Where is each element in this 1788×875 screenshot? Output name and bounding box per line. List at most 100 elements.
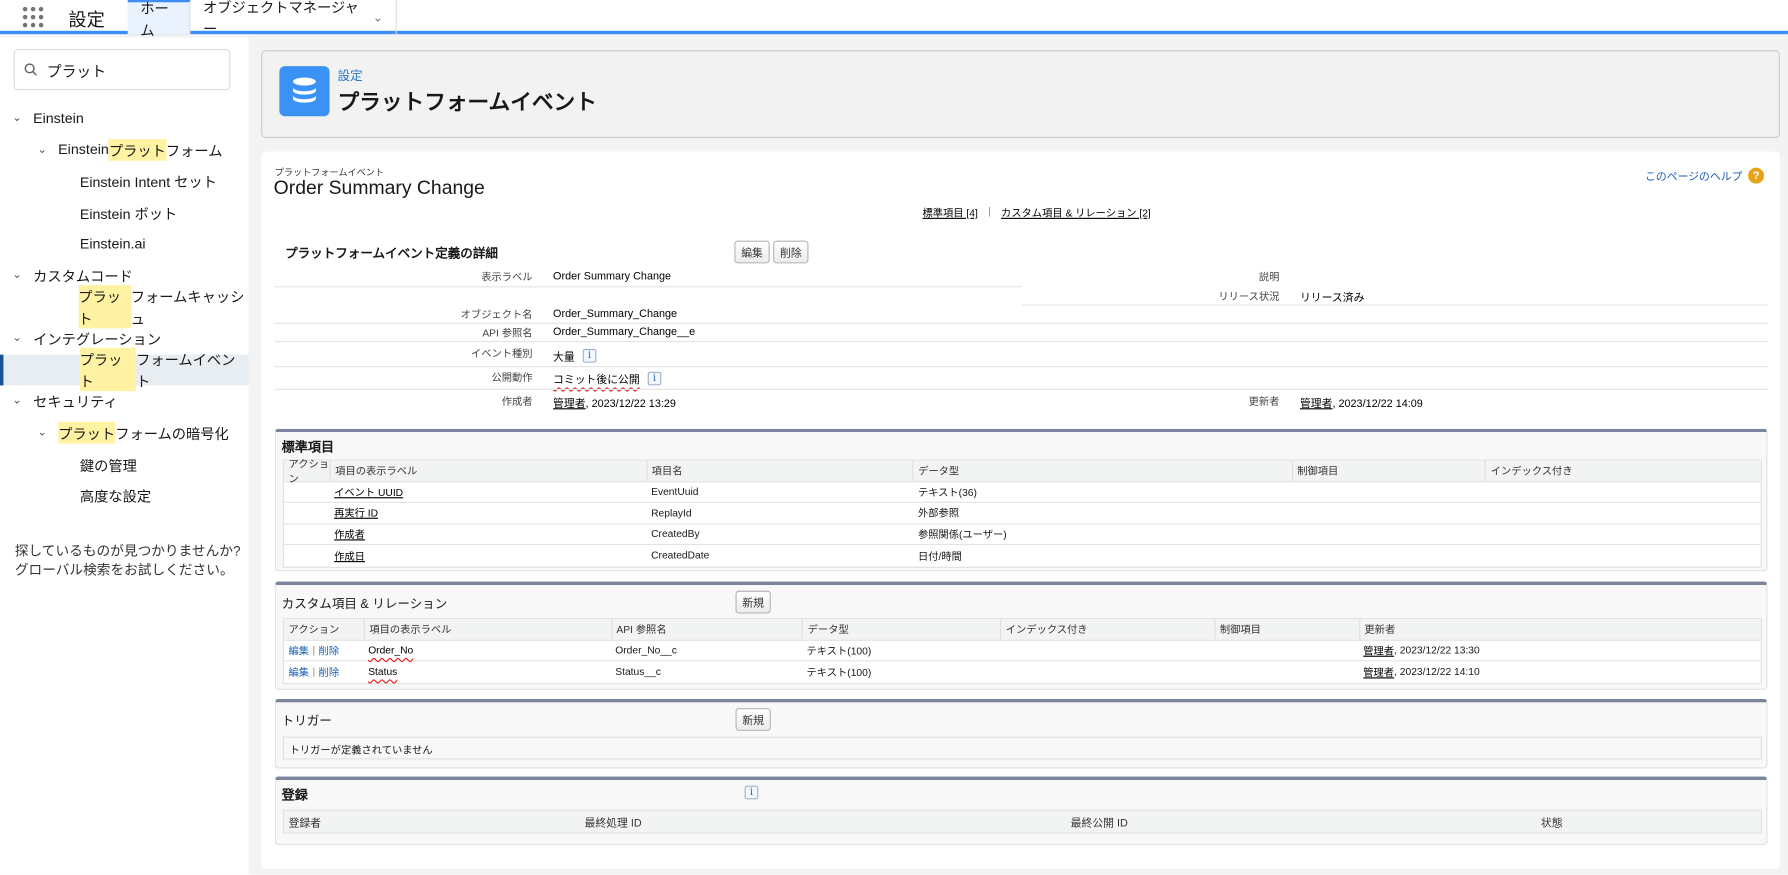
- standard-fields-link[interactable]: 標準項目 [4]: [923, 205, 978, 220]
- help-icon[interactable]: ?: [1748, 167, 1765, 184]
- delete-link[interactable]: 削除: [319, 643, 340, 658]
- sidebar-item[interactable]: 鍵の管理: [0, 449, 249, 480]
- section-title: 標準項目: [281, 441, 335, 455]
- delete-button[interactable]: 削除: [773, 240, 809, 264]
- column-header[interactable]: 項目名: [645, 460, 912, 481]
- action-cell: 編集 | 削除: [284, 661, 364, 682]
- quick-find-input[interactable]: プラット: [13, 49, 231, 91]
- label-cell: イベント UUID: [330, 482, 647, 502]
- field-label-link[interactable]: 作成日: [334, 548, 365, 563]
- sidebar-item[interactable]: Einstein ボット: [0, 197, 249, 228]
- table-row: 作成日 CreatedDate 日付/時間: [284, 545, 1761, 566]
- field-label-link[interactable]: Status: [368, 666, 397, 677]
- sidebar-item[interactable]: ⌄ Einstein: [0, 103, 249, 134]
- modified-by-link[interactable]: 管理者: [1363, 665, 1394, 680]
- new-custom-field-button[interactable]: 新規: [735, 590, 771, 614]
- tab-home[interactable]: ホーム: [127, 0, 191, 39]
- item-label-prefix: Einstein: [33, 110, 84, 127]
- indexed-cell: [1000, 661, 1214, 682]
- field-label-link[interactable]: 再実行 ID: [334, 505, 378, 520]
- sidebar-item[interactable]: ⌄ セキュリティ: [0, 386, 249, 417]
- chevron-down-icon[interactable]: ⌄: [9, 332, 25, 345]
- search-highlight: プラット: [108, 138, 166, 161]
- action-cell: [284, 545, 330, 566]
- edit-link[interactable]: 編集: [288, 643, 309, 658]
- sidebar-item[interactable]: プラット フォームキャッシュ: [0, 285, 249, 329]
- item-label-prefix: Einstein: [58, 141, 109, 158]
- column-header[interactable]: アクション: [284, 458, 330, 484]
- controlling-cell: [1214, 640, 1359, 660]
- delete-link[interactable]: 削除: [319, 665, 340, 680]
- column-header[interactable]: API 参照名: [610, 619, 802, 640]
- edit-button[interactable]: 編集: [734, 240, 770, 264]
- info-icon[interactable]: i: [582, 348, 597, 363]
- action-cell: 編集 | 削除: [284, 640, 364, 660]
- field-label-link[interactable]: 作成者: [334, 527, 365, 542]
- custom-fields-link[interactable]: カスタム項目 & リレーション [2]: [1001, 205, 1151, 220]
- chevron-down-icon[interactable]: ⌄: [34, 143, 50, 156]
- label-cell: Order_No: [364, 640, 611, 660]
- column-header[interactable]: 制御項目: [1214, 619, 1359, 640]
- column-header[interactable]: 制御項目: [1291, 460, 1486, 481]
- subscriptions-table: 登録者 最終処理 ID 最終公開 ID 状態: [282, 809, 1762, 834]
- table-row: イベント UUID EventUuid テキスト(36): [283, 482, 1761, 503]
- chevron-down-icon[interactable]: ⌄: [34, 426, 50, 439]
- tab-object-manager[interactable]: オブジェクトマネージャー ⌄: [190, 0, 397, 38]
- modified-cell: 管理者, 2023/12/22 13:30: [1359, 640, 1761, 660]
- tab-label: オブジェクトマネージャー: [202, 0, 359, 38]
- chevron-down-icon[interactable]: ⌄: [9, 395, 25, 408]
- new-trigger-button[interactable]: 新規: [735, 708, 771, 731]
- app-launcher-icon[interactable]: [22, 6, 44, 28]
- field-label-link[interactable]: Order_No: [368, 645, 413, 656]
- sidebar-item[interactable]: プラット フォームイベント: [0, 348, 249, 392]
- field-value: リリース済み: [1299, 291, 1365, 305]
- field-label-link[interactable]: イベント UUID: [334, 484, 403, 499]
- sidebar-item[interactable]: 高度な設定: [0, 480, 249, 511]
- modified-by-link[interactable]: 管理者: [1363, 643, 1394, 658]
- sidebar-item[interactable]: Einstein.ai: [0, 229, 249, 260]
- table-header: 登録者 最終処理 ID 最終公開 ID 状態: [283, 810, 1761, 833]
- sidebar-item[interactable]: ⌄ プラット フォームの暗号化: [0, 417, 249, 448]
- column-header[interactable]: インデックス付き: [1000, 619, 1214, 640]
- help-link[interactable]: このページのヘルプ: [1645, 168, 1742, 184]
- chevron-down-icon[interactable]: ⌄: [9, 269, 25, 282]
- chevron-down-icon[interactable]: ⌄: [9, 112, 25, 125]
- action-cell: [284, 503, 330, 523]
- sidebar-item[interactable]: ⌄ Einstein プラット フォーム: [0, 134, 249, 165]
- created-by-link[interactable]: 管理者: [553, 398, 586, 411]
- column-header[interactable]: 項目の表示ラベル: [363, 619, 611, 640]
- column-header[interactable]: 更新者: [1358, 619, 1761, 640]
- column-header[interactable]: 項目の表示ラベル: [329, 460, 646, 481]
- standard-fields-table: アクション 項目の表示ラベル 項目名 データ型 制御項目 インデックス付きイベント UUI…: [282, 458, 1762, 568]
- item-label-prefix: インテグレーション: [33, 332, 162, 349]
- modified-by-link[interactable]: 管理者: [1300, 398, 1333, 411]
- column-header[interactable]: インデックス付き: [1485, 460, 1761, 481]
- field-label: イベント種別: [470, 347, 533, 360]
- search-highlight: プラット: [58, 421, 116, 444]
- column-header[interactable]: アクション: [284, 619, 364, 639]
- info-icon[interactable]: i: [744, 785, 759, 800]
- item-label-prefix: Einstein ボット: [79, 206, 178, 223]
- field-value: Order_Summary_Change: [553, 307, 678, 321]
- edit-link[interactable]: 編集: [288, 665, 309, 680]
- table-row: 編集 | 削除 Order_No Order_No__c テキスト(100) 管理者, 20…: [283, 640, 1761, 662]
- item-label-suffix: フォーム: [165, 143, 223, 160]
- info-icon[interactable]: i: [647, 371, 662, 386]
- chevron-down-icon[interactable]: ⌄: [373, 10, 384, 25]
- field-value: 大量: [553, 351, 575, 364]
- data-type-cell: 日付/時間: [917, 550, 962, 562]
- data-type-cell: 外部参照: [917, 507, 960, 520]
- column-header[interactable]: データ型: [801, 619, 1000, 640]
- indexed-cell: [1000, 640, 1214, 660]
- field-label: API 参照名: [482, 327, 533, 339]
- field-label: 公開動作: [491, 371, 533, 384]
- table-header: アクション 項目の表示ラベル API 参照名 データ型 インデックス付き 制御項目 更新者: [283, 619, 1761, 641]
- search-icon: [24, 63, 38, 76]
- breadcrumb[interactable]: 設定: [338, 66, 363, 84]
- field-name-cell: EventUuid: [651, 486, 699, 498]
- modified-date: , 2023/12/22 13:30: [1394, 644, 1480, 656]
- column-header: 最終公開 ID: [1070, 817, 1128, 830]
- field-label: 表示ラベル: [481, 271, 533, 283]
- sidebar-item[interactable]: Einstein Intent セット: [0, 166, 249, 197]
- column-header[interactable]: データ型: [912, 460, 1291, 481]
